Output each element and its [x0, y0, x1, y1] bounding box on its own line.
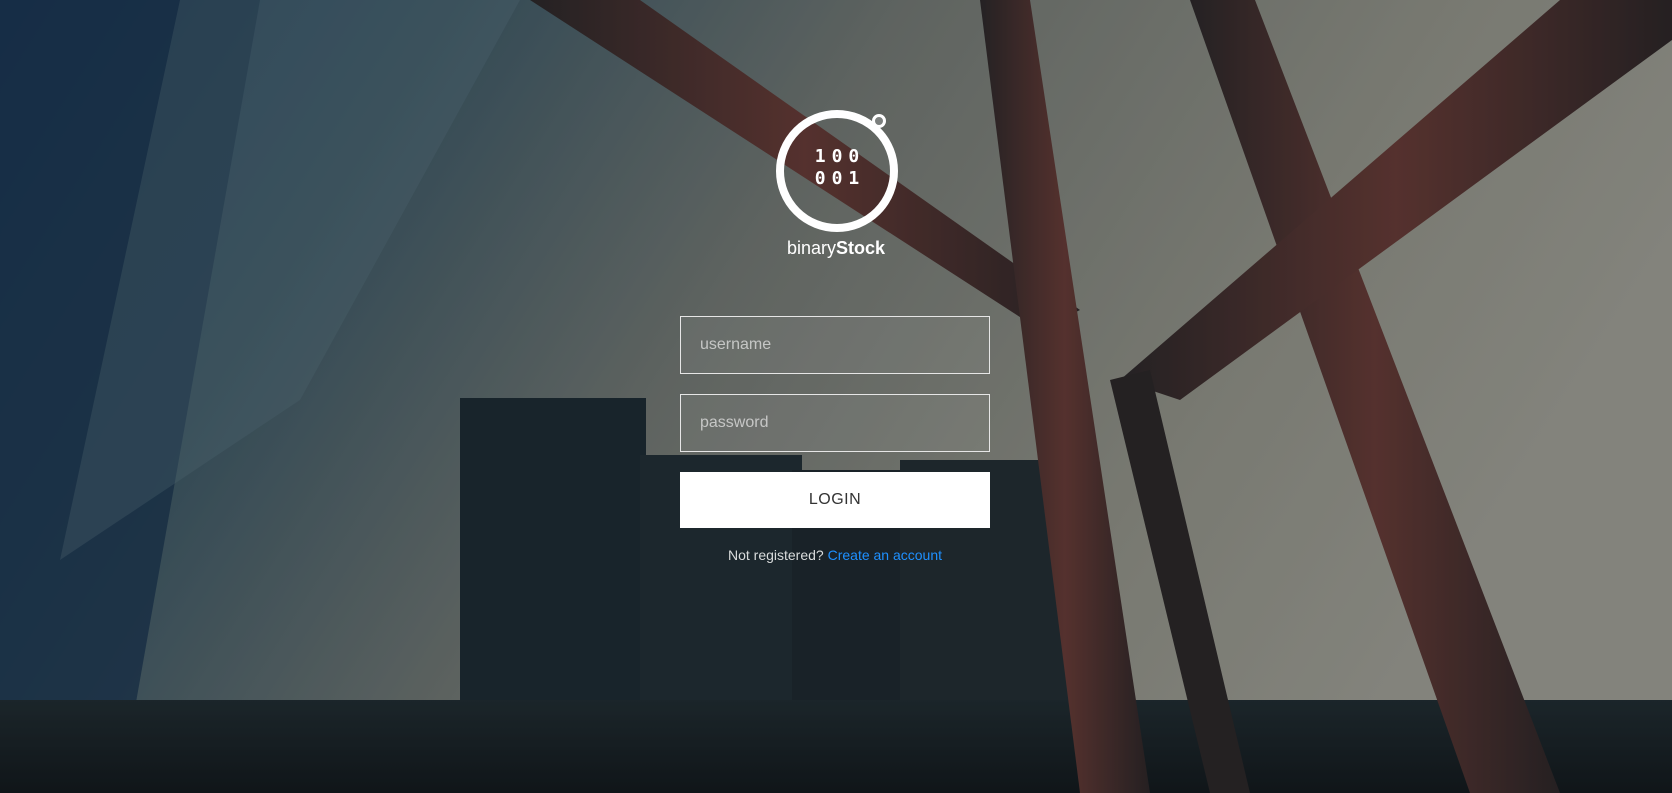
register-prompt-text: Not registered?: [727, 547, 824, 563]
login-panel: 100 001 binaryStock LOGIN Not registered…: [0, 0, 1672, 793]
logo-digits-row2: 001: [814, 168, 866, 189]
register-prompt: Not registered? Create an account: [600, 547, 1070, 563]
brand-name: binaryStock: [736, 238, 936, 259]
password-input[interactable]: [680, 394, 990, 452]
logo-digits: 100 001: [776, 146, 898, 190]
username-input[interactable]: [680, 316, 990, 374]
binarystock-logo: 100 001: [776, 110, 898, 232]
logo-dot-icon: [872, 114, 886, 128]
brand-regular: binary: [786, 238, 836, 258]
brand-bold: Stock: [836, 238, 886, 258]
logo-digits-row1: 100: [814, 146, 866, 167]
create-account-link[interactable]: Create an account: [828, 547, 942, 563]
login-button[interactable]: LOGIN: [680, 472, 990, 528]
